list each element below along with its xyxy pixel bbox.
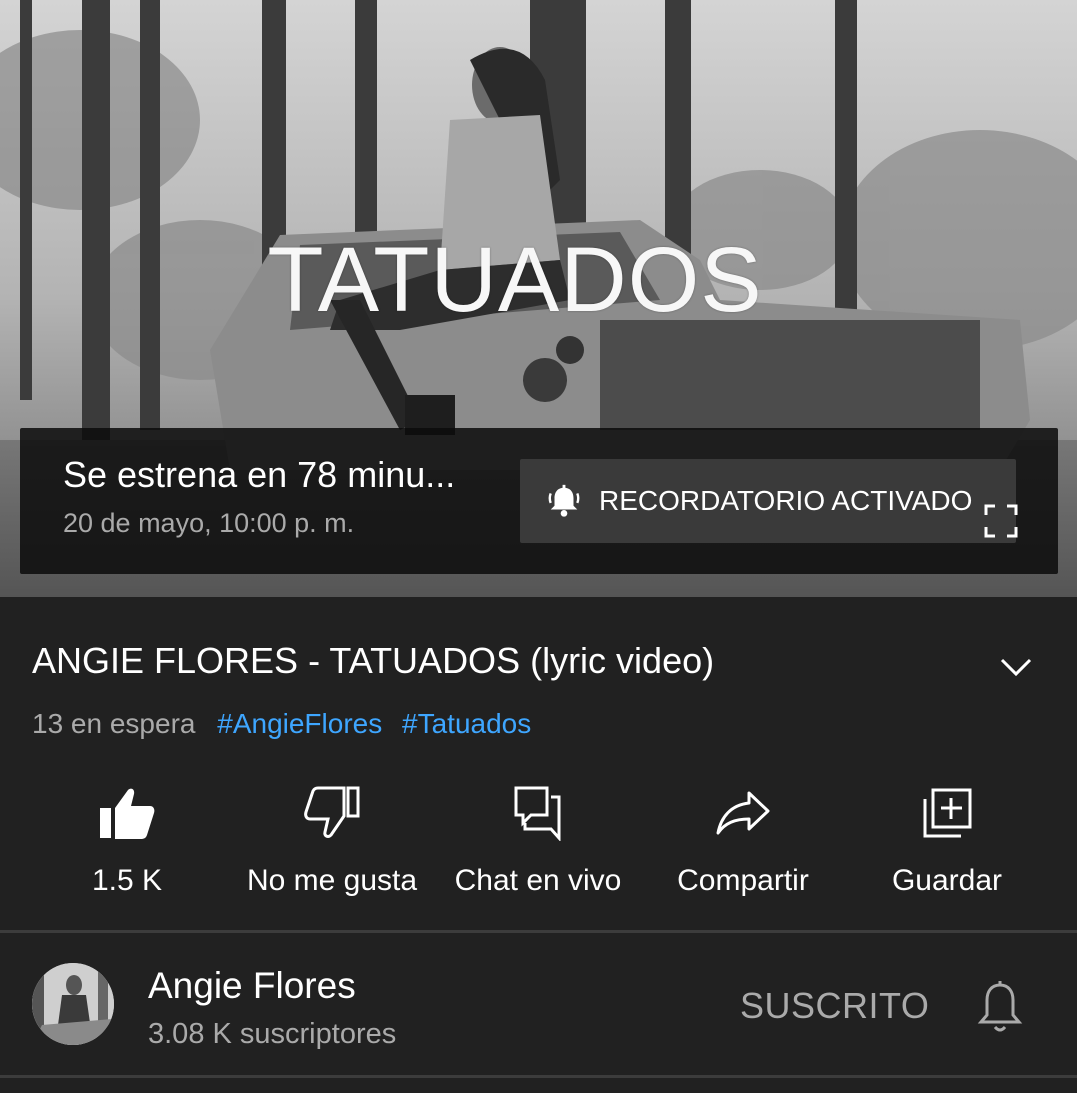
premiere-banner: Se estrena en 78 minu... 20 de mayo, 10:…: [20, 428, 1058, 574]
video-title-row[interactable]: ANGIE FLORES - TATUADOS (lyric video): [32, 640, 1045, 690]
fullscreen-icon[interactable]: [984, 504, 1018, 538]
live-chat-button[interactable]: Chat en vivo: [433, 782, 643, 898]
premiere-date: 20 de mayo, 10:00 p. m.: [63, 508, 355, 538]
video-title: ANGIE FLORES - TATUADOS (lyric video): [32, 640, 715, 681]
share-label: Compartir: [677, 864, 809, 897]
share-button[interactable]: Compartir: [638, 782, 848, 898]
channel-row[interactable]: Angie Flores 3.08 K suscriptores SUSCRIT…: [0, 935, 1077, 1075]
like-count: 1.5 K: [91, 864, 163, 897]
share-icon: [716, 791, 770, 835]
channel-avatar-image: [32, 963, 114, 1045]
waiting-count: 13 en espera: [32, 708, 196, 739]
hashtag-tatuados[interactable]: #Tatuados: [402, 708, 531, 739]
subscribed-button[interactable]: SUSCRITO: [740, 985, 929, 1027]
add-to-playlist-icon: [923, 788, 972, 838]
divider: [0, 930, 1077, 933]
thumbnail-title-text: TATUADOS: [267, 229, 763, 331]
reminder-label: RECORDATORIO ACTIVADO: [599, 485, 973, 516]
dislike-button[interactable]: No me gusta: [227, 782, 437, 898]
video-player[interactable]: TATUADOS Se estrena en 78 minu... 20 de …: [0, 0, 1077, 597]
save-button[interactable]: Guardar: [842, 782, 1052, 898]
avatar[interactable]: [32, 963, 114, 1045]
action-bar: 1.5 K No me gusta Chat en vivo Compartir: [0, 782, 1077, 922]
thumbs-up-icon: [100, 788, 155, 839]
save-label: Guardar: [891, 864, 1003, 897]
chevron-down-icon[interactable]: [999, 654, 1033, 680]
thumbs-down-icon: [304, 786, 360, 838]
chat-icon: [514, 786, 561, 841]
channel-name[interactable]: Angie Flores: [148, 965, 356, 1007]
video-meta: 13 en espera #AngieFlores #Tatuados: [32, 708, 543, 740]
reminder-button[interactable]: RECORDATORIO ACTIVADO: [520, 459, 1016, 543]
premiere-countdown: Se estrena en 78 minu...: [63, 454, 456, 495]
like-button[interactable]: 1.5 K: [22, 782, 232, 898]
dislike-label: No me gusta: [246, 864, 418, 897]
live-chat-label: Chat en vivo: [454, 864, 622, 897]
bell-ringing-icon: [548, 484, 580, 517]
divider: [0, 1075, 1077, 1078]
hashtag-angieflores[interactable]: #AngieFlores: [217, 708, 382, 739]
subscriber-count: 3.08 K suscriptores: [148, 1018, 397, 1050]
notification-bell-icon[interactable]: [975, 979, 1025, 1035]
